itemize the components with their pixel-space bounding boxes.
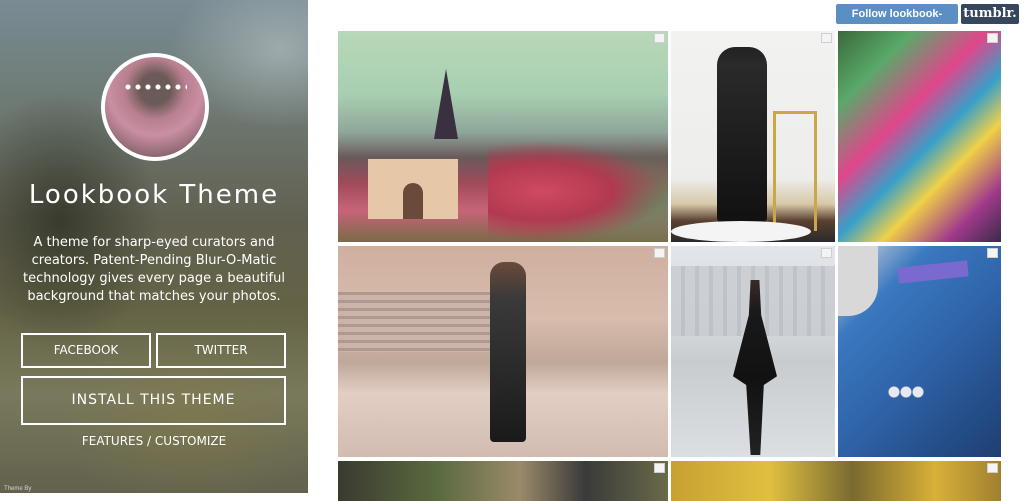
photo-detail (671, 221, 811, 242)
avatar[interactable] (101, 53, 209, 161)
photo-post-street[interactable] (338, 461, 668, 501)
photo-post-plaza[interactable] (338, 246, 668, 457)
photo-permalink-icon[interactable] (987, 33, 998, 43)
sidebar: Lookbook Theme A theme for sharp-eyed cu… (0, 0, 308, 493)
photo-detail (434, 69, 458, 139)
follow-button[interactable]: Follow lookbook-theme (836, 4, 958, 40)
theme-by-credit[interactable]: Theme By (4, 486, 31, 492)
photo-detail (490, 262, 526, 442)
blog-title[interactable]: Lookbook Theme (0, 180, 308, 210)
photo-detail (897, 260, 969, 284)
photo-permalink-icon[interactable] (654, 33, 665, 43)
features-customize-link[interactable]: FEATURES / CUSTOMIZE (0, 434, 308, 448)
photo-post-dress[interactable] (671, 246, 835, 457)
photo-permalink-icon[interactable] (654, 248, 665, 258)
facebook-button[interactable]: FACEBOOK (21, 333, 151, 368)
flower-crown-detail (123, 83, 187, 91)
tumblr-logo-button[interactable]: tumblr. (961, 4, 1019, 24)
photo-permalink-icon[interactable] (821, 33, 832, 43)
photo-post-suit[interactable] (671, 31, 835, 242)
photo-detail (338, 292, 508, 352)
photo-post-autumn[interactable] (671, 461, 1001, 501)
photo-post-shop[interactable] (838, 31, 1001, 242)
photo-detail (888, 382, 924, 402)
blog-description: A theme for sharp-eyed curators and crea… (23, 235, 285, 304)
install-theme-button[interactable]: INSTALL THIS THEME (21, 376, 286, 425)
photo-post-blazer[interactable] (838, 246, 1001, 457)
photo-detail (838, 246, 878, 316)
photo-permalink-icon[interactable] (987, 463, 998, 473)
photo-detail (773, 111, 817, 231)
photo-detail (488, 141, 668, 242)
photo-detail (403, 183, 423, 219)
photo-post-paris[interactable] (338, 31, 668, 242)
photo-permalink-icon[interactable] (987, 248, 998, 258)
photo-permalink-icon[interactable] (821, 248, 832, 258)
twitter-button[interactable]: TWITTER (156, 333, 286, 368)
photo-permalink-icon[interactable] (654, 463, 665, 473)
photo-detail (368, 159, 458, 219)
photo-detail (717, 47, 767, 222)
